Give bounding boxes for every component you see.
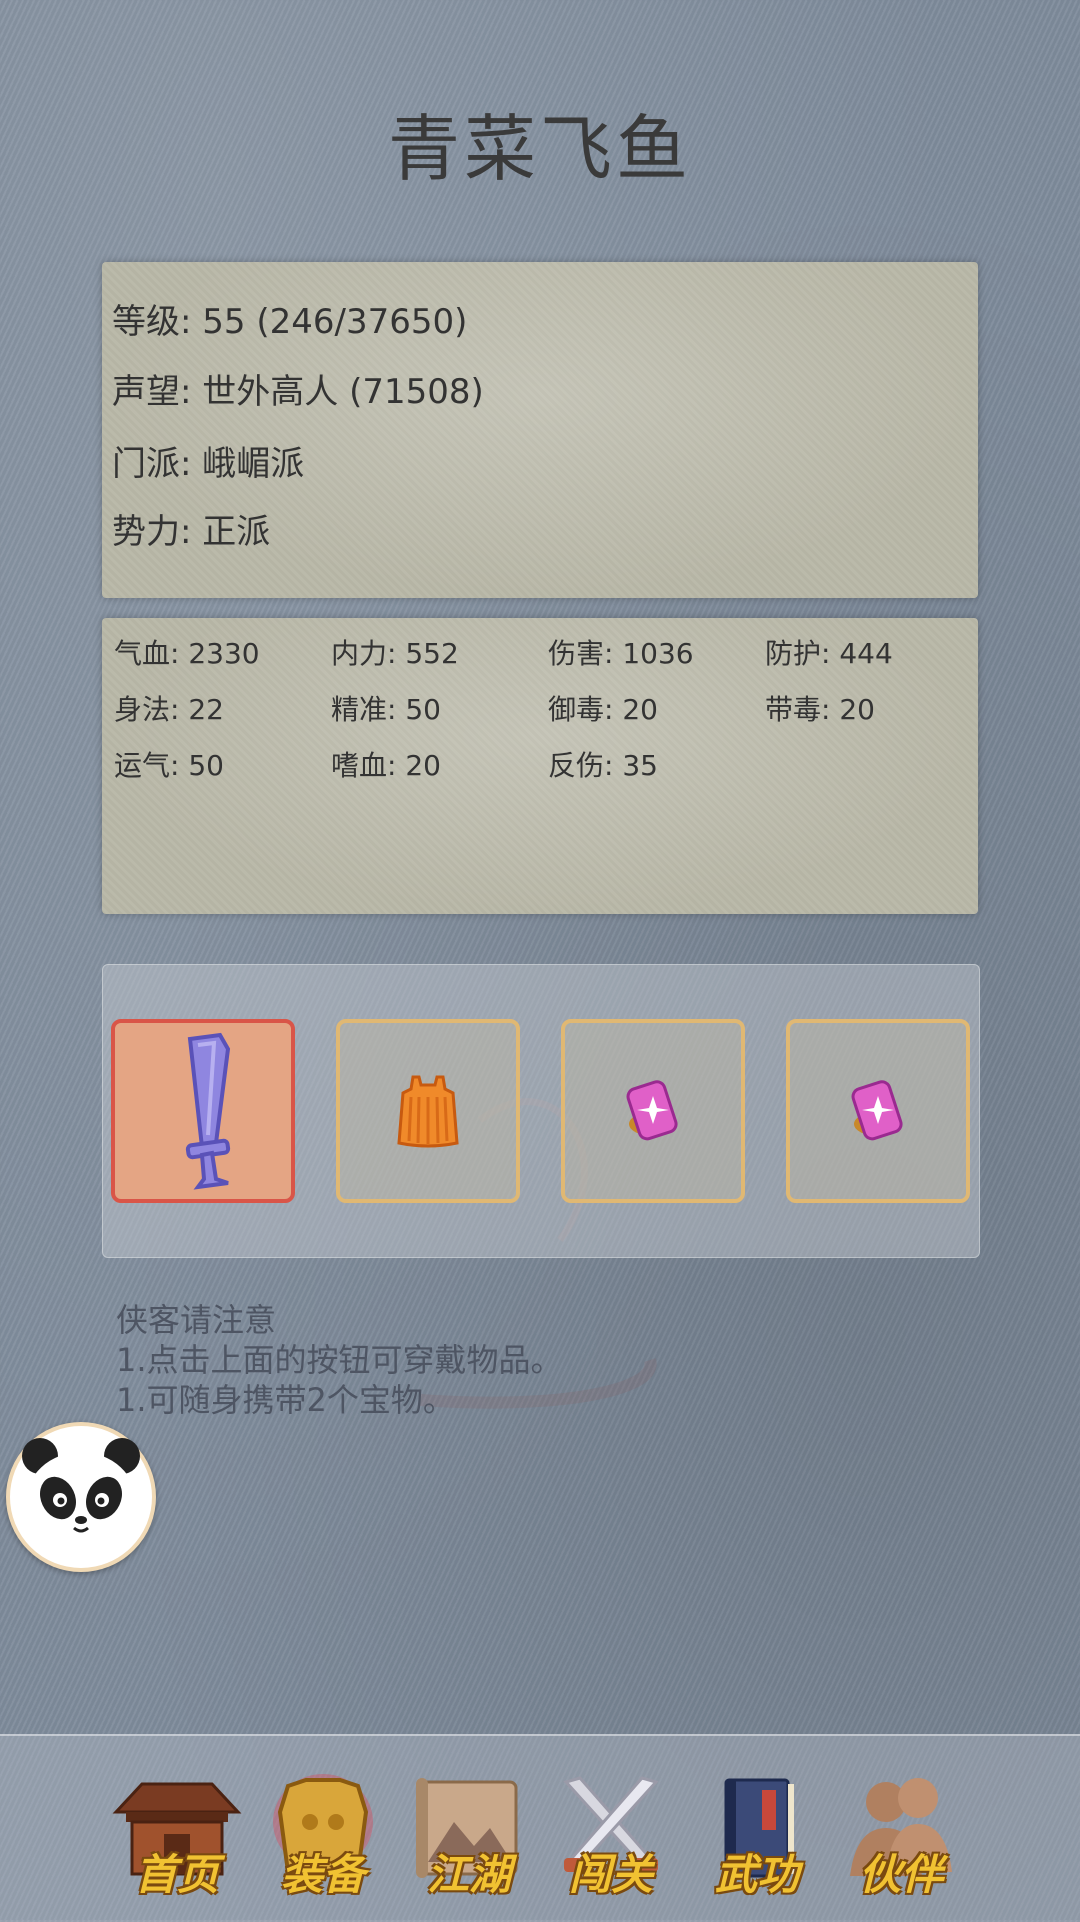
level-value: 55 (246/37650) xyxy=(202,302,468,342)
notice-heading: 侠客请注意 xyxy=(116,1301,277,1339)
nav-challenge[interactable]: 闯关 xyxy=(546,1772,676,1902)
nav-martial-arts[interactable]: 武功 xyxy=(692,1772,822,1902)
bottom-nav: 首页 装备 江湖 闯关 武功 伙伴 xyxy=(0,1734,1080,1922)
stat-lifesteal: 嗜血: 20 xyxy=(331,749,441,782)
level-label: 等级: xyxy=(112,302,192,342)
panda-avatar-button[interactable] xyxy=(6,1422,156,1572)
fame-row: 声望: 世外高人 (71508) xyxy=(112,364,484,413)
panda-icon xyxy=(22,1438,140,1556)
fame-label: 声望: xyxy=(112,372,192,412)
sect-label: 门派: xyxy=(112,444,192,484)
nav-equipment[interactable]: 装备 xyxy=(258,1772,388,1902)
notice-line-2: 1.可随身携带2个宝物。 xyxy=(116,1381,455,1419)
stat-poison: 带毒: 20 xyxy=(765,693,875,726)
page-title: 青菜飞鱼 xyxy=(387,107,692,191)
equipment-panel xyxy=(102,964,980,1258)
nav-equipment-label: 装备 xyxy=(280,1850,365,1899)
faction-value: 正派 xyxy=(202,512,271,552)
stat-defense: 防护: 444 xyxy=(765,637,893,670)
stat-hp: 气血: 2330 xyxy=(114,637,260,670)
notice-line-1: 1.点击上面的按钮可穿戴物品。 xyxy=(116,1341,563,1379)
nav-challenge-label: 闯关 xyxy=(568,1850,653,1899)
faction-label: 势力: xyxy=(112,512,192,552)
nav-home[interactable]: 首页 xyxy=(112,1772,242,1902)
treasure-icon xyxy=(851,1080,903,1141)
treasure-icon xyxy=(626,1080,678,1141)
equipment-slot-treasure-1[interactable] xyxy=(561,1019,745,1203)
stat-reflect: 反伤: 35 xyxy=(548,749,658,782)
sect-row: 门派: 峨嵋派 xyxy=(112,436,304,485)
nav-partners[interactable]: 伙伴 xyxy=(836,1772,966,1902)
faction-row: 势力: 正派 xyxy=(112,504,270,553)
stat-damage: 伤害: 1036 xyxy=(548,637,694,670)
stat-internal-power: 内力: 552 xyxy=(331,637,459,670)
level-row: 等级: 55 (246/37650) xyxy=(112,294,467,343)
nav-jianghu-label: 江湖 xyxy=(426,1850,511,1899)
stat-poison-resist: 御毒: 20 xyxy=(548,693,658,726)
profile-panel: 等级: 55 (246/37650) 声望: 世外高人 (71508) 门派: … xyxy=(102,262,978,598)
stat-accuracy: 精准: 50 xyxy=(331,693,441,726)
armor-icon xyxy=(397,1075,459,1148)
notice: 侠客请注意 1.点击上面的按钮可穿戴物品。 1.可随身携带2个宝物。 xyxy=(116,1300,563,1420)
nav-partners-label: 伙伴 xyxy=(858,1850,943,1899)
stat-luck: 运气: 50 xyxy=(114,749,224,782)
nav-martial-arts-label: 武功 xyxy=(714,1850,799,1899)
equipment-slot-treasure-2[interactable] xyxy=(786,1019,970,1203)
stats-grid: 气血: 2330 内力: 552 伤害: 1036 防护: 444 身法: 22… xyxy=(114,624,984,792)
equipment-slot-armor[interactable] xyxy=(336,1019,520,1203)
nav-home-label: 首页 xyxy=(134,1850,219,1899)
fame-value: 世外高人 (71508) xyxy=(202,372,484,412)
nav-jianghu[interactable]: 江湖 xyxy=(404,1772,534,1902)
stats-panel: 气血: 2330 内力: 552 伤害: 1036 防护: 444 身法: 22… xyxy=(102,618,978,914)
equipment-slot-weapon[interactable] xyxy=(111,1019,295,1203)
sect-value: 峨嵋派 xyxy=(202,444,305,484)
sword-icon xyxy=(185,1032,231,1190)
stat-agility: 身法: 22 xyxy=(114,693,224,726)
